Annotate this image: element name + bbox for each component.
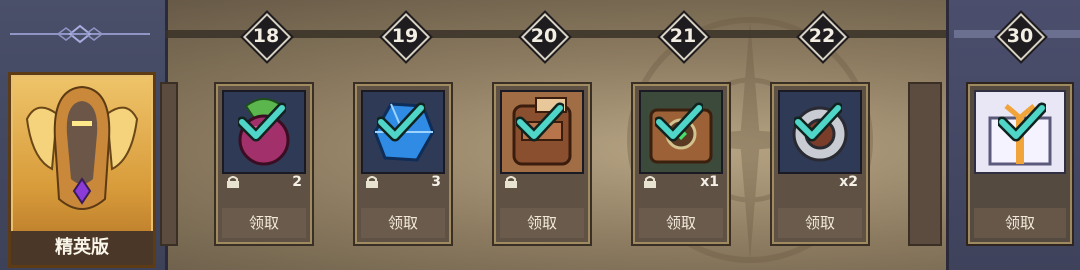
lock-icon — [366, 176, 378, 188]
partial-card-left — [160, 82, 178, 246]
battle-pass-track: 精英版 18 2 领取 19 3 领取 20 领取 21 x1 领取 22 x2… — [0, 0, 1080, 270]
reward-card-21[interactable]: x1 领取 — [631, 82, 731, 246]
level-marker-18: 18 — [242, 12, 292, 62]
check-icon — [377, 102, 425, 142]
lock-icon — [505, 176, 517, 188]
elite-tier-label: 精英版 — [11, 231, 153, 265]
reward-card-18[interactable]: 2 领取 — [214, 82, 314, 246]
partial-card-right — [908, 82, 942, 246]
check-icon — [998, 102, 1046, 142]
claim-button[interactable]: 领取 — [361, 208, 445, 238]
reward-count: 3 — [431, 174, 441, 190]
level-marker-22: 22 — [798, 12, 848, 62]
check-icon — [655, 102, 703, 142]
reward-count: x2 — [839, 174, 858, 190]
elite-tier-card[interactable]: 精英版 — [8, 72, 156, 268]
reward-card-30[interactable]: 领取 — [966, 82, 1074, 246]
reward-card-22[interactable]: x2 领取 — [770, 82, 870, 246]
claim-button[interactable]: 领取 — [222, 208, 306, 238]
level-marker-21: 21 — [659, 12, 709, 62]
lock-icon — [227, 176, 239, 188]
reward-card-20[interactable]: 领取 — [492, 82, 592, 246]
ornament-divider — [10, 24, 150, 44]
claim-button[interactable]: 领取 — [778, 208, 862, 238]
hooded-angel-emblem-icon — [25, 85, 139, 210]
lock-icon — [644, 176, 656, 188]
background-compass-wheel-decoration — [627, 17, 873, 263]
check-icon — [794, 102, 842, 142]
level-marker-30: 30 — [996, 12, 1046, 62]
reward-count: 2 — [292, 174, 302, 190]
check-icon — [516, 102, 564, 142]
claim-button[interactable]: 领取 — [500, 208, 584, 238]
reward-card-19[interactable]: 3 领取 — [353, 82, 453, 246]
claim-button[interactable]: 领取 — [974, 208, 1066, 238]
level-marker-20: 20 — [520, 12, 570, 62]
check-icon — [238, 102, 286, 142]
reward-count: x1 — [700, 174, 719, 190]
claim-button[interactable]: 领取 — [639, 208, 723, 238]
level-marker-19: 19 — [381, 12, 431, 62]
